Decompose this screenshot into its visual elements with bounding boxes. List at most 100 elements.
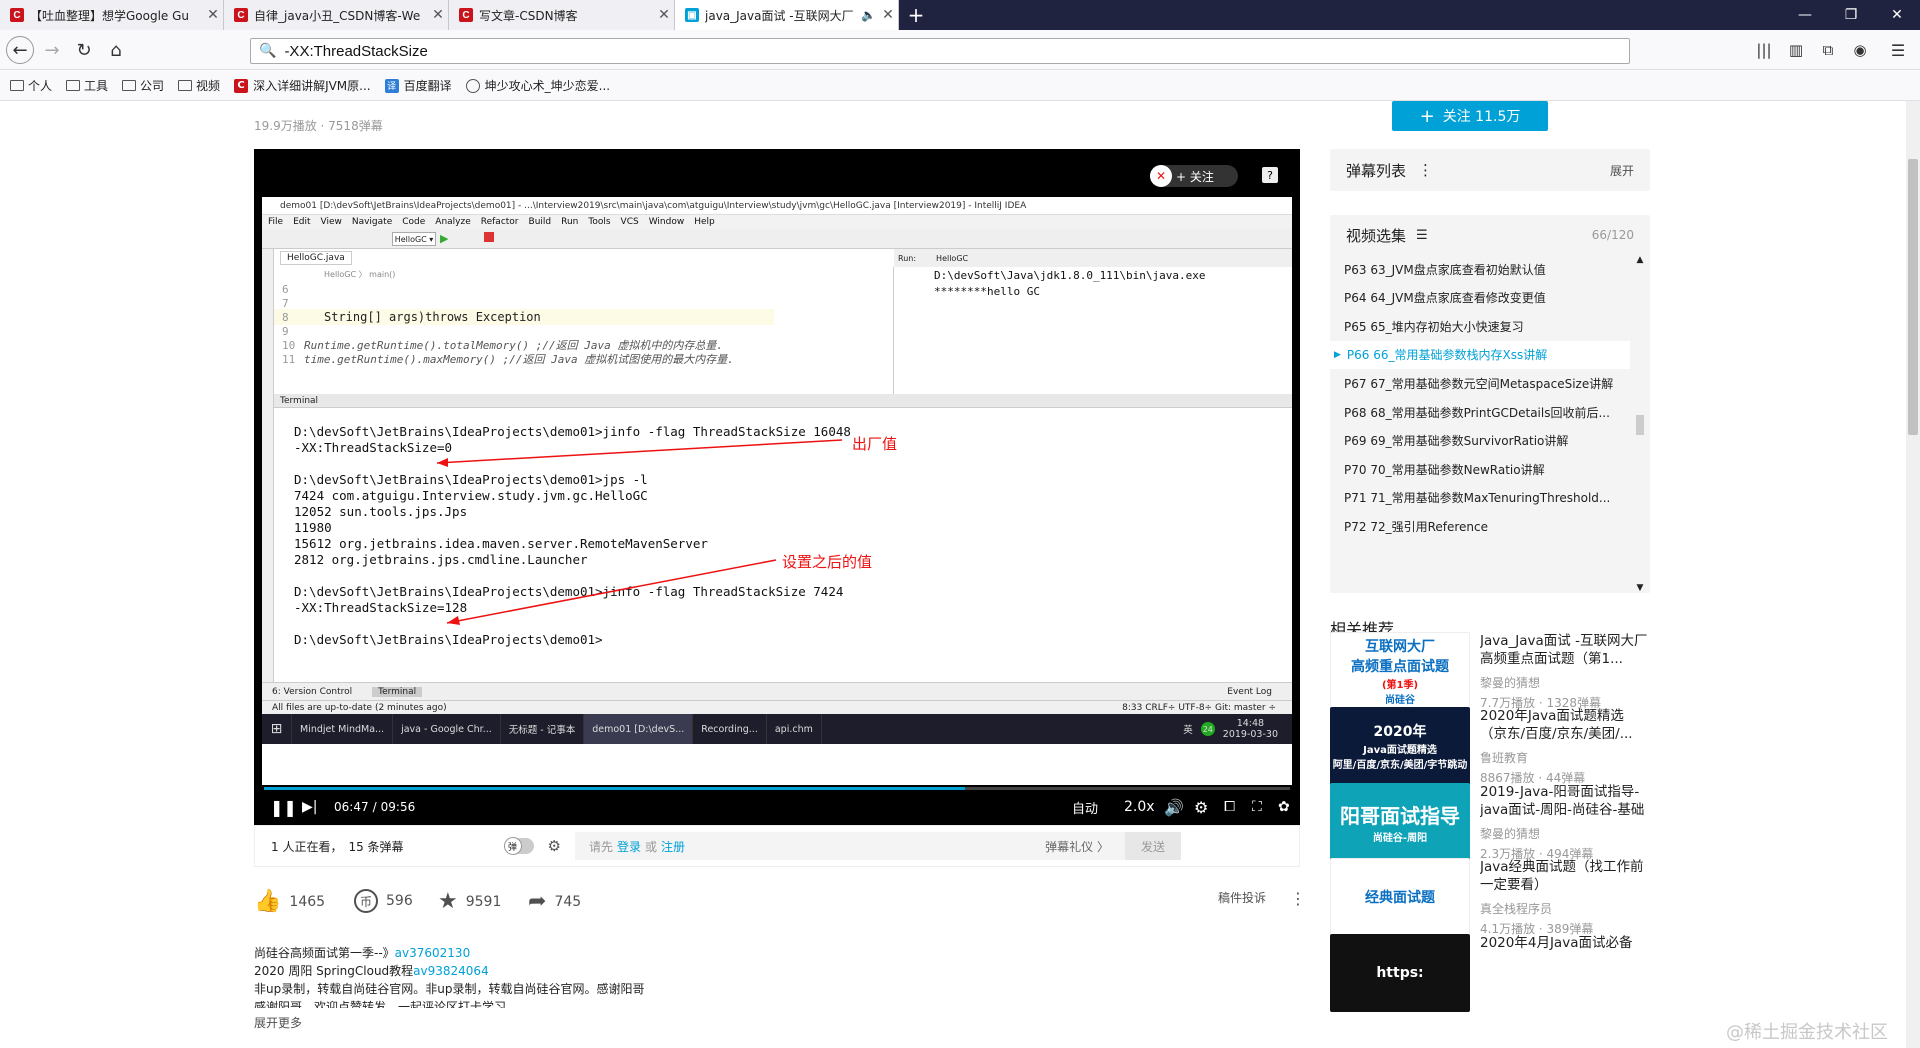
restore-button[interactable]: ❐ [1828, 0, 1874, 30]
danmaku-etiquette-link[interactable]: 弹幕礼仪 〉 [1045, 838, 1109, 855]
forward-button[interactable]: → [38, 36, 66, 64]
recommend-item[interactable]: https: 2020年4月Java面试必备 [1330, 934, 1650, 1018]
episode-item[interactable]: P72 72_强引用Reference [1330, 512, 1630, 540]
bookmark-folder[interactable]: 个人 [10, 77, 52, 94]
menu-icon[interactable]: ☰ [1884, 36, 1912, 64]
coin-button[interactable]: 币 596 [354, 889, 413, 913]
episode-item[interactable]: P63 63_JVM盘点家底查看初始默认值 [1330, 255, 1630, 283]
bookmark-folder[interactable]: 工具 [66, 77, 108, 94]
next-button[interactable]: ▶| [302, 795, 317, 819]
url-bar[interactable]: 🔍 [250, 38, 1630, 64]
tab-1[interactable]: C 自律_java小丑_CSDN博客-We ✕ [224, 0, 449, 30]
account-icon[interactable]: ◉ [1846, 36, 1874, 64]
library-icon[interactable]: ||| [1750, 36, 1778, 64]
register-link[interactable]: 注册 [661, 838, 685, 855]
desc-link[interactable]: av37602130 [395, 946, 471, 960]
speaker-icon[interactable]: 🔈 [861, 8, 876, 22]
bookmark-link[interactable]: 坤少攻心术_坤少恋爱... [465, 77, 610, 94]
tab-2[interactable]: C 写文章-CSDN博客 ✕ [449, 0, 675, 30]
recommend-item[interactable]: 2020年 Java面试题精选 阿里/百度/京东/美团/字节跳动 2020年Java面… [1330, 707, 1650, 791]
danmaku-toggle[interactable]: 弹 [503, 837, 534, 855]
recommend-thumbnail[interactable]: 阳哥面试指导 尚硅谷-周阳 [1330, 783, 1470, 861]
sidebar-icon[interactable]: ▥ [1782, 36, 1810, 64]
chevron-down-icon[interactable]: ▼ [1634, 583, 1646, 593]
quality-button[interactable]: 自动 [1072, 795, 1098, 819]
recommend-thumbnail[interactable]: 2020年 Java面试题精选 阿里/百度/京东/美团/字节跳动 [1330, 707, 1470, 785]
recommend-item-title[interactable]: 2020年4月Java面试必备 [1480, 934, 1650, 952]
send-button[interactable]: 发送 [1125, 832, 1181, 860]
recommend-item-title[interactable]: Java_Java面试 -互联网大厂高频重点面试题（第1... [1480, 632, 1650, 668]
episode-scroll-thumb[interactable] [1636, 415, 1644, 435]
expand-button[interactable]: 展开 [1610, 162, 1634, 179]
home-icon[interactable]: ⌂ [102, 36, 130, 64]
like-button[interactable]: 👍 1465 [254, 889, 325, 914]
recommend-thumbnail[interactable]: https: [1330, 934, 1470, 1012]
page-scrollbar[interactable] [1906, 101, 1920, 1048]
page-scroll-thumb[interactable] [1908, 159, 1918, 435]
back-button[interactable]: ← [6, 36, 34, 64]
bookmark-link[interactable]: C 深入详细讲解JVM原... [234, 77, 371, 94]
bookmark-folder[interactable]: 公司 [122, 77, 164, 94]
episode-item[interactable]: P68 68_常用基础参数PrintGCDetails回收前后... [1330, 398, 1630, 426]
more-vertical-icon[interactable]: ⋮ [1418, 161, 1433, 179]
minimize-button[interactable]: — [1782, 0, 1828, 30]
volume-icon[interactable]: 🔊 [1164, 795, 1184, 819]
recommend-item-title[interactable]: Java经典面试题（找工作前一定要看） [1480, 858, 1650, 894]
speed-button[interactable]: 2.0x [1124, 795, 1155, 819]
episode-item[interactable]: P65 65_堆内存初始大小快速复习 [1330, 312, 1630, 340]
bookmark-folder[interactable]: 视频 [178, 77, 220, 94]
screenshot-icon[interactable]: ⧉ [1814, 36, 1842, 64]
more-vertical-icon[interactable]: ⋮ [1290, 889, 1306, 908]
episode-item[interactable]: P64 64_JVM盘点家底查看修改变更值 [1330, 284, 1630, 312]
danmaku-settings-icon[interactable]: ⚙ [548, 837, 561, 855]
show-more-link[interactable]: 展开更多 [254, 1014, 774, 1032]
thumbnail-text: (第1季) [1381, 680, 1419, 691]
csdn-icon: C [10, 8, 24, 22]
danmaku-list-panel[interactable]: 弹幕列表 ⋮ 展开 [1330, 149, 1650, 191]
video-player[interactable]: ✕ + 关注 ? demo01 [D:\devSoft\JetBrains\Id… [254, 149, 1300, 825]
recommend-item[interactable]: 互联网大厂 高频重点面试题 (第1季) 尚硅谷 Java_Java面试 -互联网大厂高频… [1330, 632, 1650, 716]
episode-item[interactable]: P69 69_常用基础参数SurvivorRatio讲解 [1330, 427, 1630, 455]
chevron-up-icon[interactable]: ▲ [1634, 255, 1646, 265]
close-icon[interactable]: ✕ [878, 7, 898, 23]
terminal-line: -XX:ThreadStackSize=0 [294, 440, 453, 455]
recommend-thumbnail[interactable]: 经典面试题 [1330, 858, 1470, 936]
tab-3-active[interactable]: ▣ java_Java面试 -互联网大厂 🔈 ✕ [675, 0, 899, 30]
tab-0[interactable]: C 【吐血整理】想学Google Gu ✕ [0, 0, 224, 30]
favorite-button[interactable]: ★ 9591 [438, 889, 501, 914]
recommend-thumbnail[interactable]: 互联网大厂 高频重点面试题 (第1季) 尚硅谷 [1330, 632, 1470, 710]
close-icon[interactable]: ✕ [654, 7, 674, 23]
widescreen-icon[interactable]: ⧠ [1224, 795, 1235, 819]
progress-bar[interactable] [264, 787, 1290, 790]
episode-item[interactable]: P67 67_常用基础参数元空间MetaspaceSize讲解 [1330, 369, 1630, 397]
more-icon[interactable]: ✿ [1278, 795, 1290, 819]
episode-item[interactable]: P70 70_常用基础参数NewRatio讲解 [1330, 455, 1630, 483]
url-input[interactable] [284, 42, 1629, 60]
run-label: Run: [898, 253, 917, 263]
reload-button[interactable]: ↻ [70, 36, 98, 64]
recommend-item-title[interactable]: 2019-Java-阳哥面试指导-java面试-周阳-尚硅谷-基础 [1480, 783, 1650, 819]
report-link[interactable]: 稿件投诉 [1218, 889, 1266, 906]
episode-item-current[interactable]: ▶ P66 66_常用基础参数栈内存Xss讲解 [1330, 340, 1630, 369]
episode-scrollbar[interactable]: ▲ ▼ [1634, 255, 1646, 593]
share-button[interactable]: ➦ 745 [528, 889, 581, 914]
uploader-follow-badge[interactable]: ✕ + 关注 [1150, 165, 1238, 187]
close-window-button[interactable]: ✕ [1874, 0, 1920, 30]
desc-link[interactable]: av93824064 [413, 964, 489, 978]
recommend-item-title[interactable]: 2020年Java面试题精选（京东/百度/京东/美团/... [1480, 707, 1650, 743]
login-link[interactable]: 登录 [617, 838, 641, 855]
close-icon[interactable]: ✕ [203, 7, 223, 23]
follow-button[interactable]: + 关注 11.5万 [1392, 101, 1548, 131]
new-tab-button[interactable]: + [904, 3, 928, 27]
taskbar-item: Recording... [693, 714, 767, 744]
help-icon[interactable]: ? [1262, 167, 1278, 183]
gear-icon[interactable]: ⚙ [1194, 795, 1208, 819]
danmaku-input[interactable]: 请先 登录 或 注册 弹幕礼仪 〉 [575, 832, 1125, 860]
episode-item[interactable]: P71 71_常用基础参数MaxTenuringThreshold... [1330, 484, 1630, 512]
pause-button[interactable]: ❚❚ [270, 795, 297, 819]
recommend-item[interactable]: 阳哥面试指导 尚硅谷-周阳 2019-Java-阳哥面试指导-java面试-周阳-尚… [1330, 783, 1650, 867]
fullscreen-icon[interactable]: ⛶ [1252, 795, 1262, 819]
recommend-item[interactable]: 经典面试题 Java经典面试题（找工作前一定要看） 真全栈程序员 4.1万播放 · 3… [1330, 858, 1650, 942]
close-icon[interactable]: ✕ [428, 7, 448, 23]
bookmark-link[interactable]: 译百度翻译 [384, 77, 452, 94]
